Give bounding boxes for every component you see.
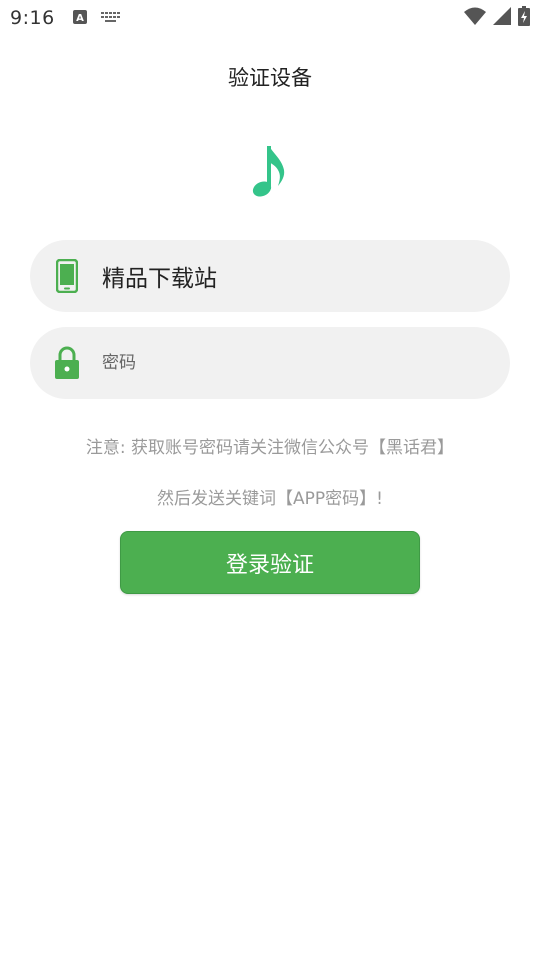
password-input[interactable]: [102, 353, 480, 373]
status-left-icons: A: [72, 9, 121, 28]
keyboard-icon: [100, 9, 121, 28]
wifi-icon: [464, 6, 486, 30]
status-right-icons: [464, 6, 530, 30]
lock-icon: [52, 345, 82, 381]
page-title: 验证设备: [228, 66, 312, 90]
status-time: 9:16: [10, 7, 55, 29]
notice-line-2: 然后发送关键词【APP密码】!: [157, 489, 383, 509]
notice-line-1: 注意: 获取账号密码请关注微信公众号【黑话君】: [85, 438, 455, 458]
battery-charging-icon: [518, 6, 530, 30]
music-note-logo-icon: [248, 140, 292, 204]
login-verify-button[interactable]: 登录验证: [120, 531, 420, 594]
username-field[interactable]: [30, 240, 510, 312]
a-letter-icon: A: [72, 9, 87, 28]
phone-icon: [52, 258, 82, 294]
username-input[interactable]: [102, 263, 480, 289]
signal-icon: [492, 6, 512, 30]
svg-text:A: A: [76, 13, 84, 24]
password-field[interactable]: [30, 327, 510, 399]
status-bar: 9:16 A: [0, 0, 540, 36]
